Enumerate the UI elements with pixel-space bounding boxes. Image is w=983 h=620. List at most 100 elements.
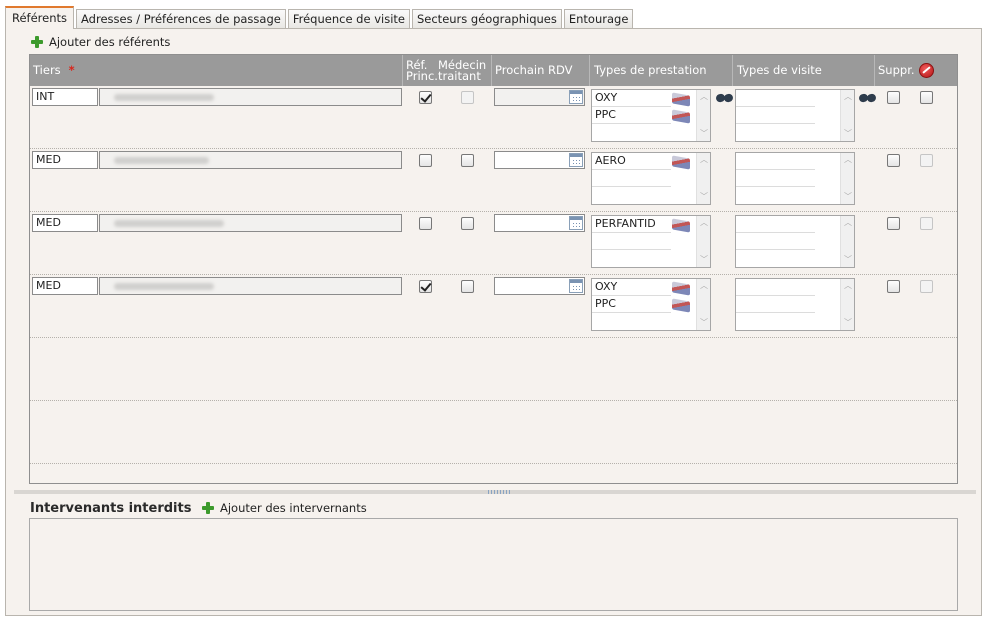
- intervenants-list: [29, 518, 958, 611]
- flag-icon[interactable]: [672, 109, 690, 124]
- list-item[interactable]: [736, 250, 815, 267]
- scrollbar[interactable]: ︿ ﹀: [696, 216, 710, 267]
- scrollbar[interactable]: ︿ ﹀: [840, 90, 854, 141]
- row-checkbox[interactable]: [920, 91, 933, 104]
- scrollbar[interactable]: ︿ ﹀: [696, 90, 710, 141]
- list-item[interactable]: [736, 187, 815, 204]
- grid-header: Tiers * Réf. Princ. Médecin traitant Proc…: [30, 55, 957, 86]
- scrollbar[interactable]: ︿ ﹀: [840, 279, 854, 330]
- scrollbar[interactable]: ︿ ﹀: [696, 279, 710, 330]
- types-visite-list[interactable]: ︿ ﹀: [735, 89, 855, 142]
- list-item[interactable]: [736, 124, 815, 141]
- list-item[interactable]: [736, 107, 815, 124]
- list-item[interactable]: [736, 313, 815, 330]
- delete-all-icon[interactable]: [919, 63, 934, 78]
- list-item[interactable]: [736, 170, 815, 187]
- list-item[interactable]: [736, 216, 815, 233]
- ref-princ-checkbox[interactable]: [419, 217, 432, 230]
- scrollbar[interactable]: ︿ ﹀: [840, 153, 854, 204]
- types-prestation-list[interactable]: AERO ︿ ﹀: [591, 152, 711, 205]
- header-ref-princ: Réf. Princ.: [406, 57, 438, 83]
- required-marker: *: [68, 63, 75, 77]
- prochain-rdv-field[interactable]: [494, 214, 585, 232]
- tiers-name-field[interactable]: [99, 277, 402, 295]
- list-item[interactable]: [736, 233, 815, 250]
- list-item[interactable]: [592, 124, 671, 141]
- list-item[interactable]: OXY: [592, 90, 671, 107]
- prochain-rdv-field[interactable]: [494, 277, 585, 295]
- add-referents-label: Ajouter des référents: [49, 35, 171, 49]
- list-item[interactable]: OXY: [592, 279, 671, 296]
- intervenants-title: Intervenants interdits: [30, 501, 192, 516]
- tiers-code-field[interactable]: MED: [32, 151, 98, 169]
- row-checkbox[interactable]: [920, 217, 933, 230]
- tiers-name-field[interactable]: [99, 151, 402, 169]
- flag-icon[interactable]: [672, 92, 690, 107]
- calendar-icon[interactable]: [569, 153, 583, 167]
- ref-princ-checkbox[interactable]: [419, 280, 432, 293]
- flag-icon[interactable]: [672, 155, 690, 170]
- suppr-checkbox[interactable]: [887, 217, 900, 230]
- suppr-checkbox[interactable]: [887, 154, 900, 167]
- calendar-icon[interactable]: [569, 90, 583, 104]
- tiers-name-field[interactable]: [99, 88, 402, 106]
- types-prestation-list[interactable]: PERFANTID ︿ ﹀: [591, 215, 711, 268]
- table-row: [30, 401, 957, 464]
- medecin-traitant-checkbox[interactable]: [461, 91, 474, 104]
- flag-icon[interactable]: [672, 298, 690, 313]
- header-types-prestation: Types de prestation: [594, 63, 707, 77]
- types-visite-list[interactable]: ︿ ﹀: [735, 278, 855, 331]
- list-item[interactable]: [592, 233, 671, 250]
- types-prestation-list[interactable]: OXY PPC ︿ ﹀: [591, 89, 711, 142]
- list-item[interactable]: [592, 313, 671, 330]
- medecin-traitant-checkbox[interactable]: [461, 217, 474, 230]
- suppr-checkbox[interactable]: [887, 91, 900, 104]
- list-item[interactable]: [592, 187, 671, 204]
- splitter-grip-icon[interactable]: [488, 490, 512, 494]
- referents-panel: Ajouter des référents Tiers * Réf. Princ.…: [5, 28, 982, 616]
- header-suppr: Suppr.: [878, 63, 915, 77]
- ref-princ-checkbox[interactable]: [419, 154, 432, 167]
- plus-icon: [202, 502, 214, 514]
- suppr-checkbox[interactable]: [887, 280, 900, 293]
- tiers-code-field[interactable]: MED: [32, 214, 98, 232]
- list-item[interactable]: [736, 279, 815, 296]
- flag-icon[interactable]: [672, 218, 690, 233]
- prochain-rdv-field[interactable]: [494, 88, 585, 106]
- add-intervenants-button[interactable]: Ajouter des intervernants: [202, 501, 367, 515]
- list-item[interactable]: [592, 250, 671, 267]
- scrollbar[interactable]: ︿ ﹀: [696, 153, 710, 204]
- binoculars-icon[interactable]: [859, 92, 877, 104]
- add-referents-button[interactable]: Ajouter des référents: [31, 35, 170, 49]
- flag-icon[interactable]: [672, 281, 690, 296]
- medecin-traitant-checkbox[interactable]: [461, 154, 474, 167]
- add-intervenants-label: Ajouter des intervernants: [220, 501, 367, 515]
- prochain-rdv-field[interactable]: [494, 151, 585, 169]
- list-item[interactable]: PPC: [592, 296, 671, 313]
- list-item[interactable]: [736, 153, 815, 170]
- list-item[interactable]: [736, 296, 815, 313]
- tab-referents[interactable]: Référents: [5, 6, 75, 29]
- row-checkbox[interactable]: [920, 154, 933, 167]
- list-item[interactable]: [592, 170, 671, 187]
- types-prestation-list[interactable]: OXY PPC ︿ ﹀: [591, 278, 711, 331]
- types-visite-list[interactable]: ︿ ﹀: [735, 152, 855, 205]
- tiers-code-field[interactable]: MED: [32, 277, 98, 295]
- tiers-name-field[interactable]: [99, 214, 402, 232]
- row-checkbox[interactable]: [920, 280, 933, 293]
- list-item[interactable]: [736, 90, 815, 107]
- tiers-code-field[interactable]: INT: [32, 88, 98, 106]
- types-visite-list[interactable]: ︿ ﹀: [735, 215, 855, 268]
- list-item[interactable]: PPC: [592, 107, 671, 124]
- calendar-icon[interactable]: [569, 279, 583, 293]
- ref-princ-checkbox[interactable]: [419, 91, 432, 104]
- list-item[interactable]: PERFANTID: [592, 216, 671, 233]
- binoculars-icon[interactable]: [716, 92, 734, 104]
- plus-icon: [31, 36, 43, 48]
- scrollbar[interactable]: ︿ ﹀: [840, 216, 854, 267]
- medecin-traitant-checkbox[interactable]: [461, 280, 474, 293]
- list-item[interactable]: AERO: [592, 153, 671, 170]
- calendar-icon[interactable]: [569, 216, 583, 230]
- panel-splitter[interactable]: [14, 490, 976, 494]
- tab-bar: Référents Adresses / Préférences de pass…: [5, 6, 635, 31]
